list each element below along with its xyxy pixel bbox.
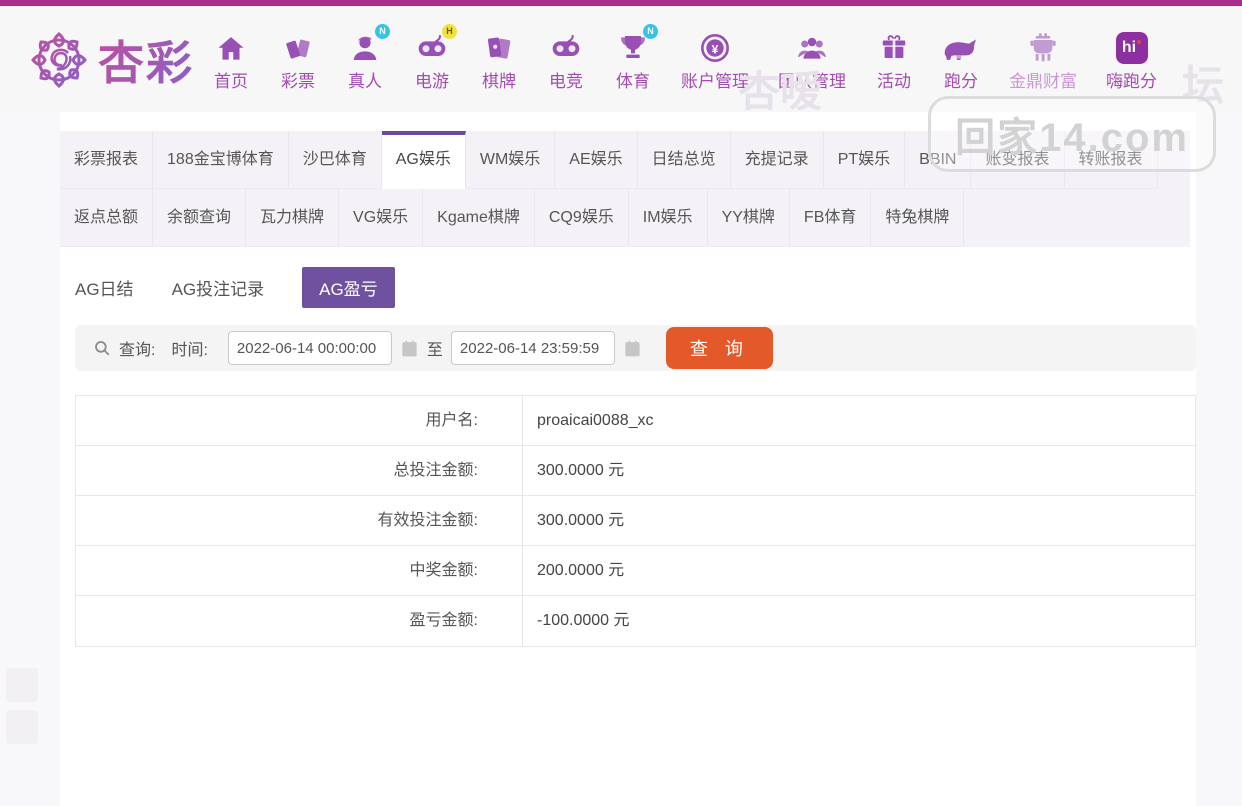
nav-label: 跑分	[944, 71, 978, 91]
badge-n: N	[643, 23, 658, 39]
profit-loss-table: 用户名: proaicai0088_xc 总投注金额: 300.0000 元 有…	[75, 395, 1196, 647]
total-bet-value: 300.0000 元	[537, 462, 625, 479]
yuan-coin-icon: ¥	[696, 28, 734, 64]
brand-name: 杏彩	[98, 27, 194, 93]
query-label: 查询:	[119, 342, 156, 359]
nav-label: 棋牌	[482, 71, 516, 91]
watermark: 回家14.com	[928, 96, 1216, 172]
nav-item-home[interactable]: 首页	[212, 28, 250, 92]
content-card: 彩票报表 188金宝博体育 沙巴体育 AG娱乐 WM娱乐 AE娱乐 日结总览 充…	[60, 112, 1196, 806]
tab-ae-yule[interactable]: AE娱乐	[555, 131, 638, 189]
start-datetime-input[interactable]	[227, 331, 392, 365]
badge-h: H	[442, 23, 457, 39]
nav-label: 金鼎财富	[1009, 71, 1077, 91]
nav-item-live[interactable]: N 真人	[346, 23, 390, 92]
home-icon	[212, 28, 250, 64]
calendar-icon[interactable]	[400, 339, 419, 358]
table-row: 总投注金额: 300.0000 元	[76, 446, 1195, 496]
tab-tetu-qipai[interactable]: 特兔棋牌	[871, 189, 965, 247]
nav-item-paofen[interactable]: 跑分	[942, 28, 980, 92]
lottery-tickets-icon	[279, 28, 317, 64]
rhino-icon	[942, 28, 980, 64]
esports-gamepad-icon	[547, 28, 585, 64]
query-button[interactable]: 查 询	[665, 327, 773, 369]
subtab-ag-yingkui[interactable]: AG盈亏	[302, 266, 395, 308]
row-label: 中奖金额:	[76, 546, 523, 595]
row-label: 总投注金额:	[76, 446, 523, 495]
nav-item-esports[interactable]: 电竞	[547, 28, 585, 92]
tab-wm-yule[interactable]: WM娱乐	[465, 131, 556, 189]
tab-rijie-zonglan[interactable]: 日结总览	[637, 131, 731, 189]
table-row: 盈亏金额: -100.0000 元	[76, 596, 1195, 646]
cards-icon	[480, 28, 518, 64]
nav-label: 活动	[877, 71, 911, 91]
nav-item-egames[interactable]: H 电游	[413, 23, 457, 92]
nav-label: 电竞	[549, 71, 583, 91]
row-label: 用户名:	[76, 396, 523, 445]
valid-bet-value: 300.0000 元	[537, 512, 625, 529]
table-row: 用户名: proaicai0088_xc	[76, 396, 1195, 446]
nav-item-cards[interactable]: 棋牌	[480, 28, 518, 92]
svg-text:¥: ¥	[712, 42, 719, 56]
badge-n: N	[375, 23, 390, 39]
tab-im-yule[interactable]: IM娱乐	[628, 189, 708, 247]
ding-tripod-icon	[1024, 28, 1062, 64]
nav-item-jinding[interactable]: 金鼎财富	[1009, 28, 1077, 92]
tab-shaba-tiyu[interactable]: 沙巴体育	[288, 131, 382, 189]
nav-label: 真人	[348, 71, 382, 91]
tab-yue-chaxun[interactable]: 余额查询	[153, 189, 247, 247]
nav-label: 首页	[214, 71, 248, 91]
watermark-decor-left: 杏嗳	[737, 68, 822, 115]
win-amount-value: 200.0000 元	[537, 562, 625, 579]
nav-item-sports[interactable]: N 体育	[614, 23, 658, 92]
tab-kgame-qipai[interactable]: Kgame棋牌	[423, 189, 535, 247]
table-row: 中奖金额: 200.0000 元	[76, 546, 1195, 596]
tab-ag-yule[interactable]: AG娱乐	[381, 131, 466, 189]
profit-loss-value: -100.0000 元	[537, 612, 630, 629]
table-row: 有效投注金额: 300.0000 元	[76, 496, 1195, 546]
tab-188-jinbaobo-tiyu[interactable]: 188金宝博体育	[153, 131, 289, 189]
nav-label: 电游	[415, 71, 449, 91]
nav-label: 体育	[616, 71, 650, 91]
gamepad-icon: H	[413, 23, 457, 64]
subtab-ag-rijie[interactable]: AG日结	[75, 275, 134, 300]
live-person-icon: N	[346, 23, 390, 64]
tab-fb-tiyu[interactable]: FB体育	[789, 189, 872, 247]
page: 杏嗳 坛 杏彩 首页 彩票 N 真人 H 电游 棋牌 电竞 N 体育 ¥ 账户管…	[0, 0, 1242, 806]
hi-icon: hi	[1113, 28, 1151, 64]
calendar-icon[interactable]	[623, 339, 642, 358]
time-label: 时间:	[171, 342, 208, 359]
nav-item-promotions[interactable]: 活动	[875, 28, 913, 92]
tab-fandian-zonge[interactable]: 返点总额	[60, 189, 154, 247]
tab-wali-qipai[interactable]: 瓦力棋牌	[246, 189, 340, 247]
tab-cq9-yule[interactable]: CQ9娱乐	[534, 189, 629, 247]
left-floating-widget[interactable]	[6, 710, 38, 744]
tab-chongti-jilu[interactable]: 充提记录	[730, 131, 824, 189]
logo-flower-icon	[31, 31, 87, 88]
nav-item-hipaofen[interactable]: hi 嗨跑分	[1106, 28, 1157, 92]
gift-icon	[875, 28, 913, 64]
trophy-icon: N	[614, 23, 658, 64]
username-value: proaicai0088_xc	[537, 412, 654, 429]
tab-caipiao-baobiao[interactable]: 彩票报表	[60, 131, 154, 189]
ag-subtabs: AG日结 AG投注记录 AG盈亏	[75, 266, 1196, 308]
row-label: 有效投注金额:	[76, 496, 523, 545]
main-nav: 首页 彩票 N 真人 H 电游 棋牌 电竞 N 体育 ¥ 账户管理 团队管理 活…	[212, 23, 1157, 92]
nav-item-lottery[interactable]: 彩票	[279, 28, 317, 92]
left-floating-widget[interactable]	[6, 668, 38, 702]
tab-pt-yule[interactable]: PT娱乐	[823, 131, 906, 189]
to-separator: 至	[426, 342, 443, 359]
tab-yy-qipai[interactable]: YY棋牌	[707, 189, 790, 247]
nav-label: 彩票	[281, 71, 315, 91]
end-datetime-input[interactable]	[450, 331, 615, 365]
brand-logo[interactable]: 杏彩	[28, 27, 194, 93]
nav-label: 嗨跑分	[1106, 71, 1157, 91]
tab-vg-yule[interactable]: VG娱乐	[339, 189, 424, 247]
search-icon	[93, 339, 111, 357]
row-label: 盈亏金额:	[76, 596, 523, 646]
search-bar: 查询: 时间: 至 查 询	[75, 325, 1196, 371]
subtab-ag-touzhu-jilu[interactable]: AG投注记录	[172, 275, 265, 300]
